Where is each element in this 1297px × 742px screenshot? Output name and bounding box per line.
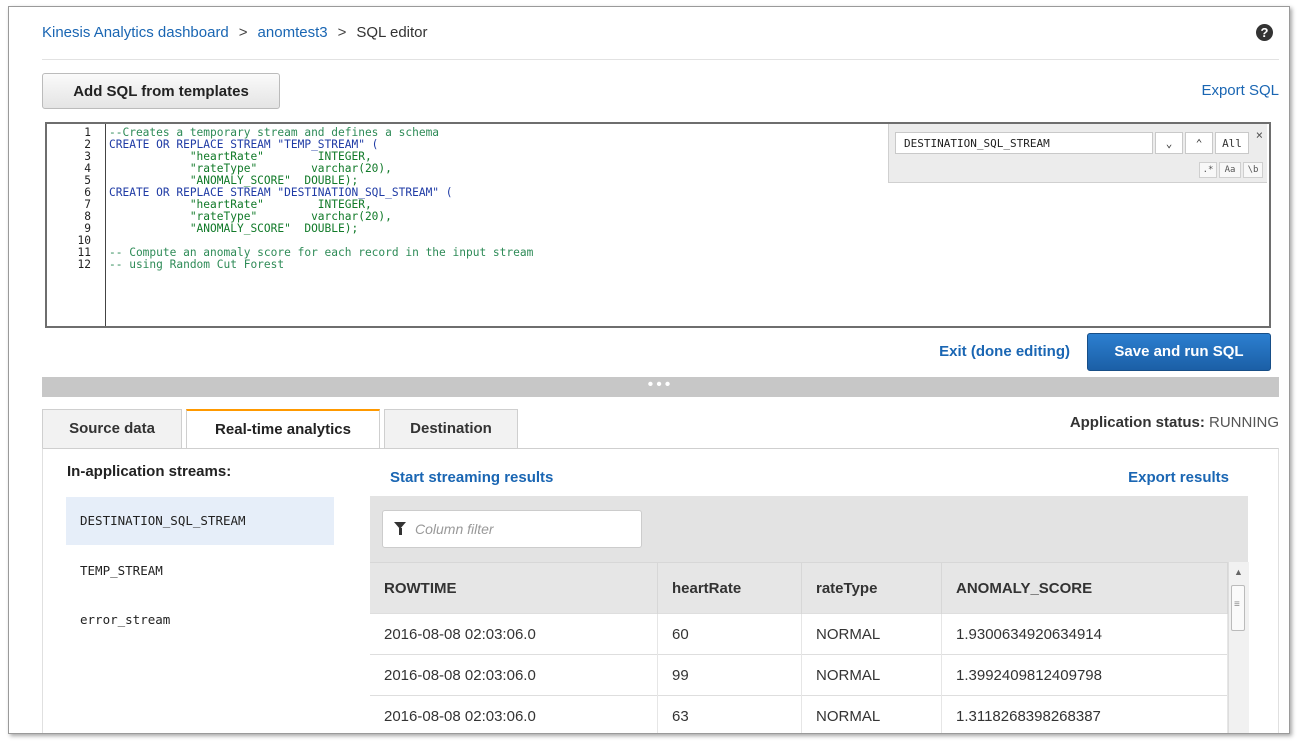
find-input[interactable]: DESTINATION_SQL_STREAM: [895, 132, 1153, 154]
line-number: 12: [77, 258, 91, 271]
breadcrumb: Kinesis Analytics dashboard > anomtest3 > SQ…: [42, 24, 428, 41]
column-header-ratetype[interactable]: rateType: [801, 562, 942, 614]
drag-handle-icon[interactable]: •••: [648, 376, 674, 394]
table-cell: 1.9300634920634914: [941, 613, 1228, 655]
code-line[interactable]: -- using Random Cut Forest: [109, 259, 284, 271]
sql-editor-window: Kinesis Analytics dashboard > anomtest3 > SQ…: [8, 6, 1290, 734]
column-header-anomaly-score[interactable]: ANOMALY_SCORE: [941, 562, 1228, 614]
table-row[interactable]: 2016-08-08 02:03:06.0 60 NORMAL 1.930063…: [370, 613, 1228, 655]
table-cell: 60: [657, 613, 802, 655]
column-filter-input[interactable]: Column filter: [382, 510, 642, 548]
breadcrumb-dashboard-link[interactable]: Kinesis Analytics dashboard: [42, 24, 229, 41]
table-header-row: ROWTIME heartRate rateType ANOMALY_SCORE: [370, 562, 1228, 614]
breadcrumb-separator: >: [238, 24, 248, 41]
scroll-up-icon[interactable]: ▲: [1234, 567, 1243, 577]
find-bar: DESTINATION_SQL_STREAM ⌄ ⌃ All × .* Aa \…: [888, 124, 1267, 183]
tab-destination[interactable]: Destination: [384, 409, 518, 449]
add-sql-from-templates-button[interactable]: Add SQL from templates: [42, 73, 280, 109]
status-label: Application status:: [1069, 414, 1205, 431]
find-next-button[interactable]: ⌄: [1155, 132, 1183, 154]
tab-real-time-analytics[interactable]: Real-time analytics: [186, 409, 380, 450]
stream-item-destination-sql-stream[interactable]: DESTINATION_SQL_STREAM: [66, 497, 334, 545]
table-row[interactable]: 2016-08-08 02:03:06.0 63 NORMAL 1.311826…: [370, 695, 1228, 733]
stream-item-temp-stream[interactable]: TEMP_STREAM: [66, 547, 334, 595]
table-cell: NORMAL: [801, 654, 942, 696]
table-row[interactable]: 2016-08-08 02:03:06.0 99 NORMAL 1.399240…: [370, 654, 1228, 696]
save-and-run-sql-button[interactable]: Save and run SQL: [1087, 333, 1271, 371]
breadcrumb-app-link[interactable]: anomtest3: [258, 24, 328, 41]
exit-editing-link[interactable]: Exit (done editing): [939, 343, 1070, 360]
help-icon[interactable]: ?: [1256, 24, 1273, 41]
table-cell: 2016-08-08 02:03:06.0: [370, 695, 658, 733]
breadcrumb-current: SQL editor: [356, 24, 428, 41]
table-cell: 2016-08-08 02:03:06.0: [370, 654, 658, 696]
column-header-rowtime[interactable]: ROWTIME: [370, 562, 658, 614]
table-cell: 99: [657, 654, 802, 696]
export-sql-link[interactable]: Export SQL: [1201, 82, 1279, 99]
tab-source-data[interactable]: Source data: [42, 409, 182, 449]
pane-splitter[interactable]: •••: [42, 376, 1279, 397]
table-cell: NORMAL: [801, 613, 942, 655]
header-divider: [42, 59, 1279, 60]
in-application-streams-heading: In-application streams:: [67, 463, 232, 480]
whole-word-toggle[interactable]: \b: [1243, 162, 1263, 178]
table-cell: 1.3118268398268387: [941, 695, 1228, 733]
results-table: ROWTIME heartRate rateType ANOMALY_SCORE…: [370, 562, 1228, 733]
breadcrumb-separator: >: [337, 24, 347, 41]
filter-icon: [399, 528, 402, 535]
table-cell: 1.3992409812409798: [941, 654, 1228, 696]
find-all-button[interactable]: All: [1215, 132, 1249, 154]
status-badge: RUNNING: [1209, 414, 1279, 431]
table-cell: 2016-08-08 02:03:06.0: [370, 613, 658, 655]
regex-toggle[interactable]: .*: [1199, 162, 1217, 178]
case-sensitive-toggle[interactable]: Aa: [1219, 162, 1241, 178]
stream-item-error-stream[interactable]: error_stream: [66, 596, 334, 644]
application-status: Application status: RUNNING: [1070, 414, 1279, 431]
start-streaming-results-link[interactable]: Start streaming results: [390, 469, 553, 486]
find-prev-button[interactable]: ⌃: [1185, 132, 1213, 154]
table-cell: NORMAL: [801, 695, 942, 733]
table-cell: 63: [657, 695, 802, 733]
sql-code-editor[interactable]: 1 2 3 4 5 6 7 8 9 10 11 12 --Creates a t…: [45, 122, 1271, 328]
grip-icon: ≡: [1234, 599, 1240, 610]
export-results-link[interactable]: Export results: [1128, 469, 1229, 486]
close-icon[interactable]: ×: [1256, 128, 1263, 142]
line-number-gutter: 1 2 3 4 5 6 7 8 9 10 11 12: [47, 124, 106, 326]
code-line[interactable]: "ANOMALY_SCORE" DOUBLE);: [109, 223, 358, 235]
column-header-heartrate[interactable]: heartRate: [657, 562, 802, 614]
